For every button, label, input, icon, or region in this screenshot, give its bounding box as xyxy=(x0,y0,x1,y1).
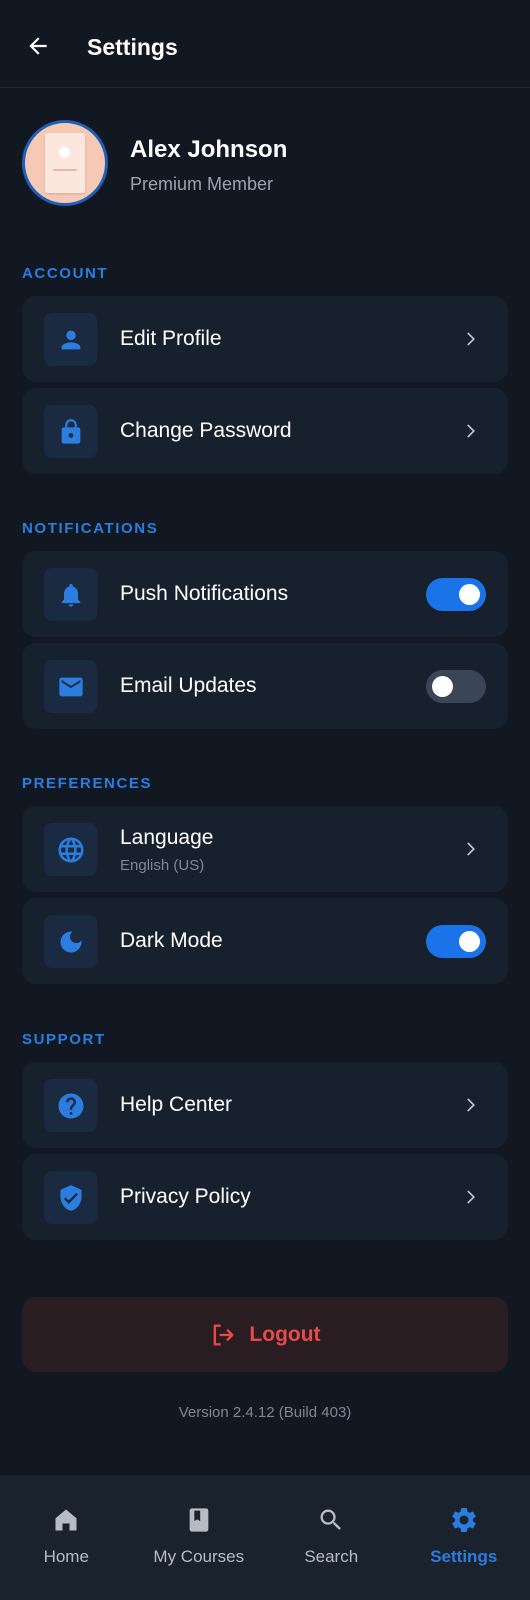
push-notifications-row: Push Notifications xyxy=(22,551,508,637)
app-version: Version 2.4.12 (Build 403) xyxy=(178,1404,352,1421)
row-label: Edit Profile xyxy=(120,327,222,350)
email-updates-row: Email Updates xyxy=(22,643,508,729)
avatar xyxy=(22,120,108,206)
shield-icon xyxy=(60,1184,81,1211)
help-center-row[interactable]: Help Center xyxy=(22,1062,508,1148)
membership-label: Premium Member xyxy=(130,174,274,194)
nav-label: Settings xyxy=(430,1547,498,1566)
mail-icon xyxy=(58,677,83,696)
book-icon xyxy=(189,1508,209,1532)
push-notifications-toggle[interactable] xyxy=(426,578,486,611)
bell-icon xyxy=(61,583,80,607)
section-label-account: ACCOUNT xyxy=(22,265,109,282)
chevron-right-icon xyxy=(467,332,475,346)
settings-screen: Settings Alex Johnson Premium Member ACC… xyxy=(0,0,530,1600)
nav-label: Home xyxy=(43,1547,89,1566)
arrow-left-icon xyxy=(29,37,47,55)
app-header: Settings xyxy=(0,0,530,88)
row-label: Help Center xyxy=(120,1093,233,1116)
row-label: Dark Mode xyxy=(120,929,223,952)
chevron-right-icon xyxy=(467,424,475,438)
nav-item-my-courses[interactable]: My Courses xyxy=(133,1475,266,1600)
logout-label: Logout xyxy=(249,1322,321,1346)
person-icon xyxy=(61,330,80,349)
logout-icon xyxy=(214,1324,234,1345)
profile-name: Alex Johnson xyxy=(130,136,288,163)
avatar-image xyxy=(45,133,85,193)
row-label: Privacy Policy xyxy=(120,1185,251,1208)
row-label: Push Notifications xyxy=(120,582,289,605)
profile-summary: Alex Johnson Premium Member xyxy=(22,120,508,210)
privacy-policy-row[interactable]: Privacy Policy xyxy=(22,1154,508,1240)
nav-item-home[interactable]: Home xyxy=(0,1475,133,1600)
nav-item-settings[interactable]: Settings xyxy=(398,1475,530,1600)
back-button[interactable] xyxy=(22,30,54,62)
nav-item-search[interactable]: Search xyxy=(265,1475,398,1600)
change-password-row[interactable]: Change Password xyxy=(22,388,508,474)
email-updates-toggle[interactable] xyxy=(426,670,486,703)
chevron-right-icon xyxy=(467,1190,475,1204)
dark-mode-row: Dark Mode xyxy=(22,898,508,984)
gear-icon xyxy=(452,1508,476,1532)
nav-label: My Courses xyxy=(153,1547,245,1566)
search-icon xyxy=(320,1509,342,1530)
page-title: Settings xyxy=(87,34,178,60)
toggle-knob xyxy=(459,584,480,605)
section-label-notifications: NOTIFICATIONS xyxy=(22,520,159,537)
toggle-knob xyxy=(432,676,453,697)
chevron-right-icon xyxy=(467,1098,475,1112)
dark-mode-toggle[interactable] xyxy=(426,925,486,958)
home-icon xyxy=(55,1509,77,1531)
globe-icon xyxy=(58,837,83,862)
chevron-right-icon xyxy=(467,842,475,856)
edit-profile-row[interactable]: Edit Profile xyxy=(22,296,508,382)
help-icon xyxy=(58,1093,83,1118)
section-label-support: SUPPORT xyxy=(22,1031,106,1048)
row-label: Email Updates xyxy=(120,674,257,697)
toggle-knob xyxy=(459,931,480,952)
language-value: English (US) xyxy=(120,857,205,874)
lock-icon xyxy=(61,418,80,444)
row-label: Language xyxy=(120,826,214,849)
bottom-nav: Home My Courses Search Settings xyxy=(0,1475,530,1600)
moon-icon xyxy=(60,931,81,952)
nav-label: Search xyxy=(304,1547,359,1566)
language-row[interactable]: Language English (US) xyxy=(22,806,508,892)
logout-button[interactable]: Logout xyxy=(22,1297,508,1372)
row-label: Change Password xyxy=(120,419,292,442)
section-label-preferences: PREFERENCES xyxy=(22,775,153,792)
